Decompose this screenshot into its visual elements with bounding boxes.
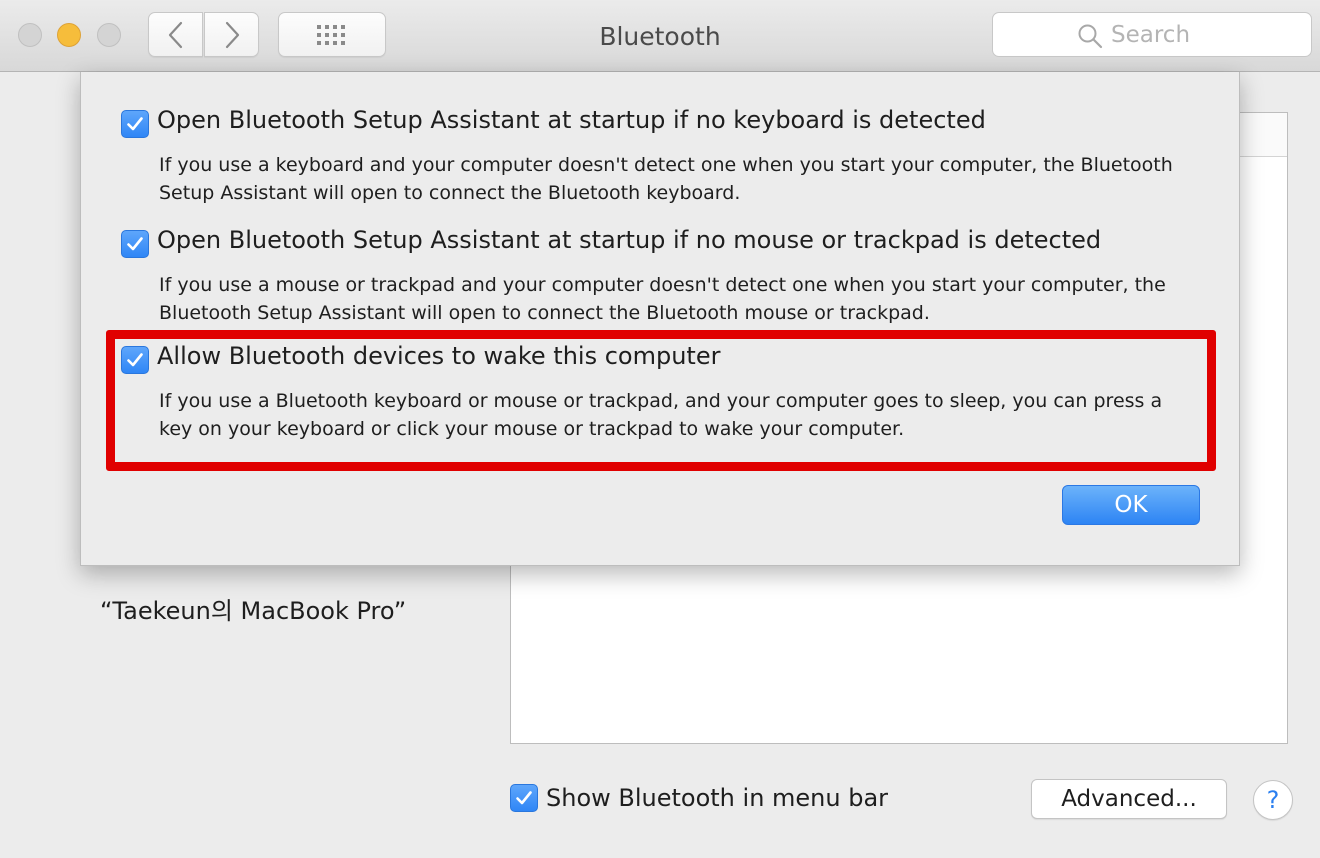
grid-icon <box>317 24 345 45</box>
show-in-menu-bar-label: Show Bluetooth in menu bar <box>546 784 889 812</box>
forward-button[interactable] <box>204 12 259 57</box>
minimize-window-button[interactable] <box>57 23 81 47</box>
search-input[interactable] <box>1111 21 1301 49</box>
close-window-button[interactable] <box>18 23 42 47</box>
search-field[interactable] <box>992 12 1312 57</box>
chevron-right-icon <box>225 21 239 48</box>
highlight-annotation-box <box>106 330 1216 471</box>
chevron-left-icon <box>168 21 182 48</box>
search-icon <box>1078 24 1103 49</box>
window-toolbar: Bluetooth <box>0 0 1320 72</box>
zoom-window-button[interactable] <box>97 23 121 47</box>
device-name: “Taekeun의 MacBook Pro” <box>100 597 407 625</box>
show-in-menu-bar-checkbox[interactable] <box>510 784 538 812</box>
advanced-settings-sheet: Open Bluetooth Setup Assistant at startu… <box>80 72 1240 566</box>
help-button[interactable]: ? <box>1253 780 1293 820</box>
keyboard-setup-checkbox[interactable] <box>121 110 149 138</box>
checkmark-icon <box>127 237 143 251</box>
mouse-setup-label[interactable]: Open Bluetooth Setup Assistant at startu… <box>157 226 1101 254</box>
keyboard-setup-label[interactable]: Open Bluetooth Setup Assistant at startu… <box>157 106 986 134</box>
checkmark-icon <box>516 791 532 805</box>
advanced-button[interactable]: Advanced... <box>1031 779 1227 819</box>
window-title: Bluetooth <box>599 22 721 51</box>
ok-button[interactable]: OK <box>1062 485 1200 525</box>
mouse-setup-description: If you use a mouse or trackpad and your … <box>159 274 1166 324</box>
mouse-setup-checkbox[interactable] <box>121 230 149 258</box>
show-all-button[interactable] <box>278 12 386 57</box>
back-button[interactable] <box>148 12 203 57</box>
keyboard-setup-description: If you use a keyboard and your computer … <box>159 154 1173 204</box>
checkmark-icon <box>127 117 143 131</box>
